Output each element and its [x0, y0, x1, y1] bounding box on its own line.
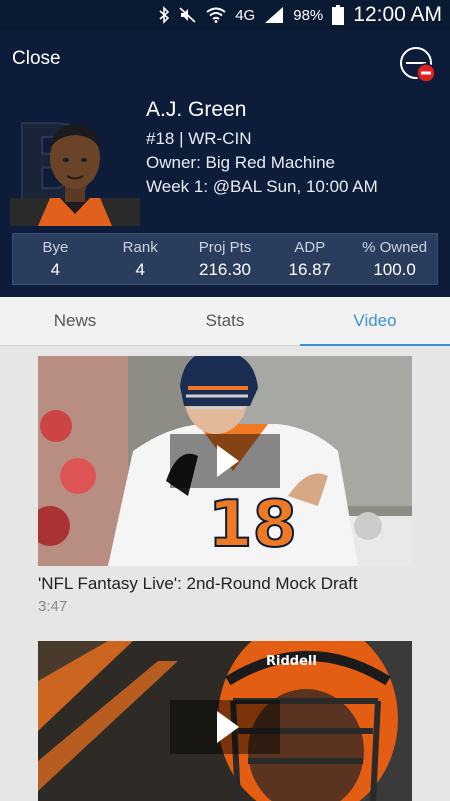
stat-label: % Owned: [362, 239, 428, 256]
stat-value: 216.30: [198, 260, 251, 279]
tab-stats[interactable]: Stats: [150, 297, 300, 345]
remove-player-icon: [400, 47, 436, 83]
remove-player-button[interactable]: [398, 46, 438, 84]
player-photo: B: [10, 102, 140, 226]
battery-percent: 98%: [293, 6, 324, 24]
video-card[interactable]: Riddell: [38, 641, 412, 801]
tab-news[interactable]: News: [0, 297, 150, 345]
battery-icon: [332, 5, 345, 25]
video-title[interactable]: 'NFL Fantasy Live': 2nd-Round Mock Draft: [38, 574, 412, 594]
signal-icon: [264, 6, 284, 24]
mute-icon: [179, 6, 197, 24]
clock: 12:00 AM: [353, 3, 442, 26]
player-owner: Owner: Big Red Machine: [146, 153, 335, 172]
stat-label: ADP: [294, 239, 326, 256]
play-button[interactable]: [170, 434, 280, 488]
player-matchup: Week 1: @BAL Sun, 10:00 AM: [146, 177, 378, 196]
stat-rank: Rank 4: [98, 234, 183, 284]
stat-label: Rank: [122, 239, 158, 256]
play-icon: [217, 711, 239, 743]
video-feed: 18 'NFL Fantasy Live': 2nd-Round Mock Dr…: [0, 346, 450, 801]
player-stats-bar: Bye 4 Rank 4 Proj Pts 216.30 ADP 16.87 %…: [12, 233, 438, 285]
bluetooth-icon: [158, 6, 170, 24]
play-button[interactable]: [170, 700, 280, 754]
player-info: A.J. Green #18 | WR-CIN Owner: Big Red M…: [146, 98, 378, 199]
play-icon: [217, 445, 239, 477]
status-bar: 4G 98% 12:00 AM: [0, 0, 450, 30]
video-card[interactable]: 18 'NFL Fantasy Live': 2nd-Round Mock Dr…: [38, 356, 412, 615]
stat-label: Bye: [42, 239, 69, 256]
stat-value: 4: [50, 260, 61, 279]
stat-value: 100.0: [373, 260, 416, 279]
close-button[interactable]: Close: [12, 48, 61, 70]
stat-proj-pts: Proj Pts 216.30: [183, 234, 268, 284]
player-name: A.J. Green: [146, 98, 247, 121]
stat-bye: Bye 4: [13, 234, 98, 284]
video-duration: 3:47: [38, 598, 68, 615]
video-thumbnail[interactable]: 18: [38, 356, 412, 566]
stat-value: 4: [135, 260, 145, 279]
stat-value: 16.87: [288, 260, 332, 279]
tab-video[interactable]: Video: [300, 297, 450, 346]
wifi-icon: [206, 7, 226, 23]
video-thumbnail[interactable]: Riddell: [38, 641, 412, 801]
player-number-position: #18 | WR-CIN: [146, 129, 252, 148]
stat-owned: % Owned 100.0: [352, 234, 437, 284]
helmet-brand: Riddell: [266, 654, 317, 669]
stat-label: Proj Pts: [198, 239, 252, 256]
network-type: 4G: [235, 6, 256, 24]
tab-bar: News Stats Video: [0, 297, 450, 346]
stat-adp: ADP 16.87: [267, 234, 352, 284]
player-header: Close B A.J. Green #18 | WR-CIN Owner: B…: [0, 30, 450, 297]
jersey-number: 18: [208, 488, 297, 562]
